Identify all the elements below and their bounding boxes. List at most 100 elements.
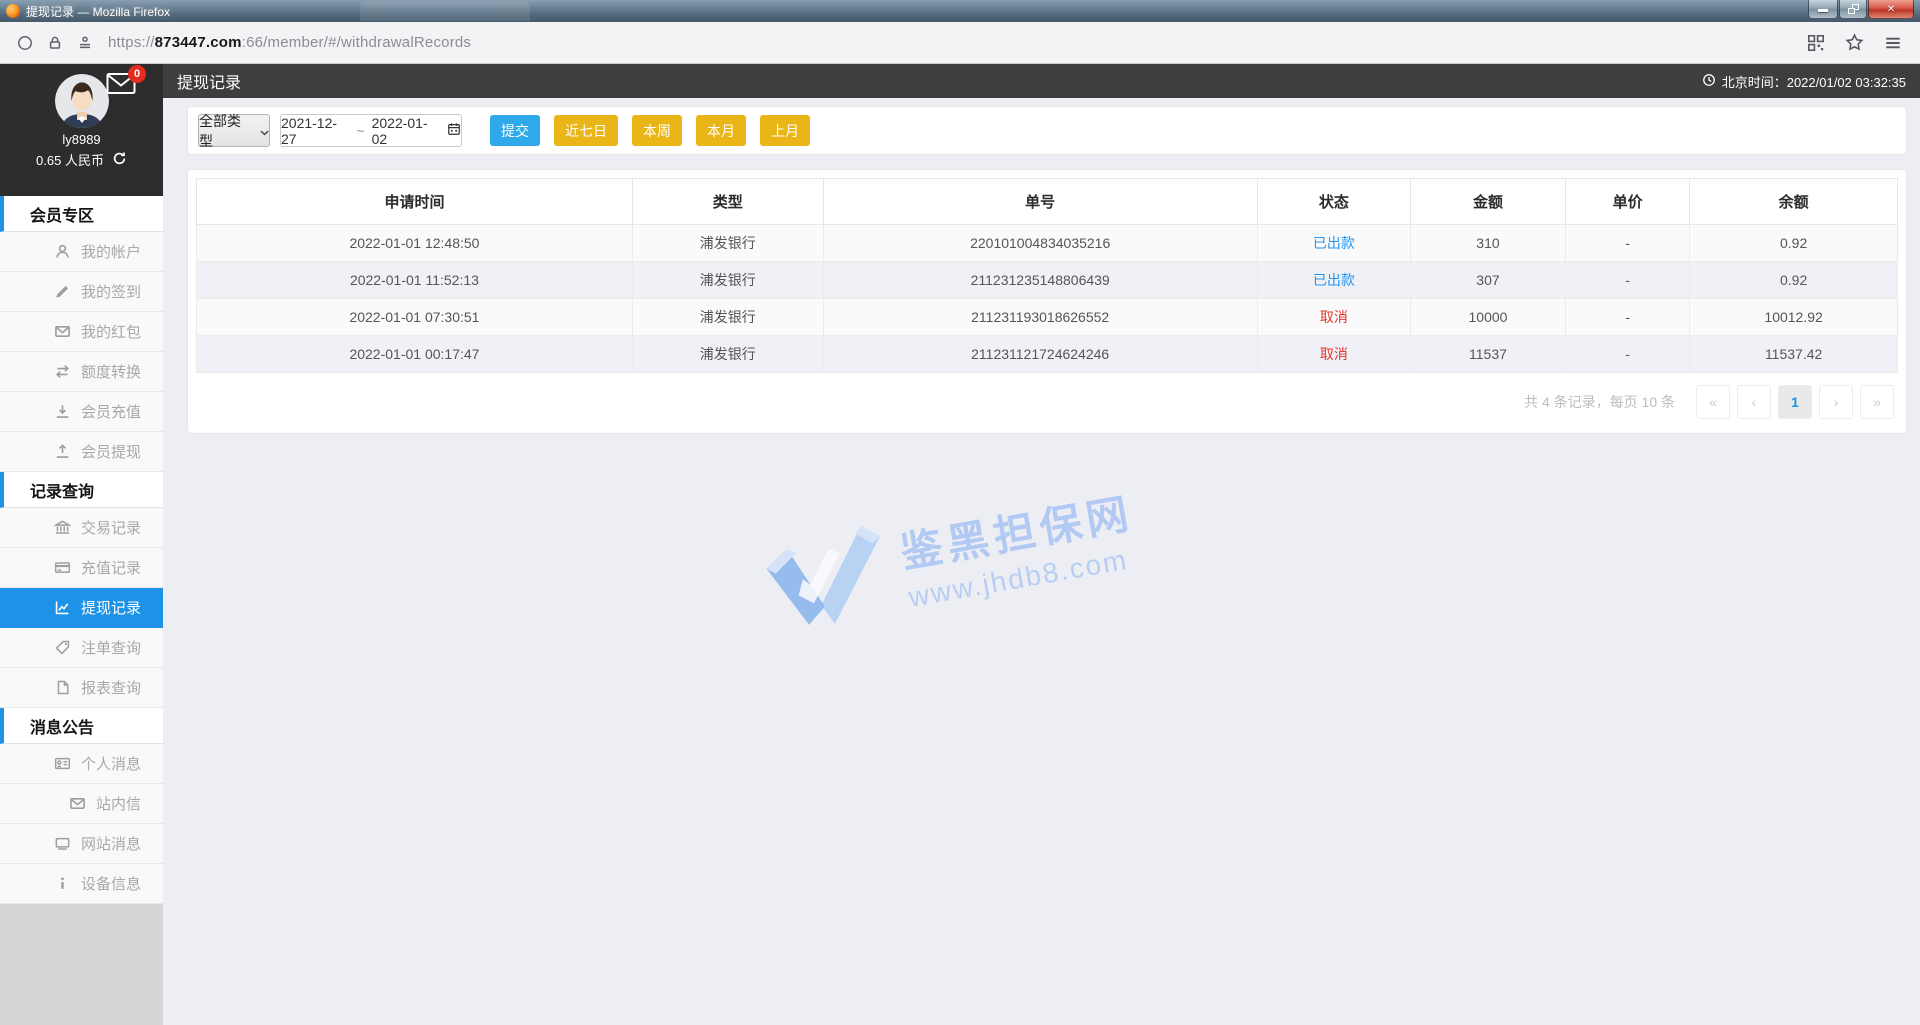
sidebar-item-transaction-records[interactable]: 交易记录 xyxy=(0,508,163,548)
sidebar-item-deposit-records[interactable]: 充值记录 xyxy=(0,548,163,588)
refresh-icon[interactable] xyxy=(112,151,127,169)
date-separator: ~ xyxy=(356,122,365,139)
cell-amount: 10000 xyxy=(1410,298,1566,336)
user-icon xyxy=(54,243,71,260)
table-row: 2022-01-01 12:48:50 浦发银行 220101004834035… xyxy=(196,224,1898,262)
sidebar-item-label: 报表查询 xyxy=(80,680,141,697)
balance: 0.65 人民币 xyxy=(36,153,104,168)
permissions-icon[interactable] xyxy=(77,35,93,51)
unread-badge: 0 xyxy=(128,65,146,83)
close-button[interactable]: ✕ xyxy=(1868,0,1914,19)
browser-toolbar: https://873447.com:66/member/#/withdrawa… xyxy=(0,22,1920,64)
upload-icon xyxy=(54,443,71,460)
sidebar-item-label: 交易记录 xyxy=(80,520,141,537)
sidebar-item-label: 个人消息 xyxy=(80,756,141,773)
red-packet-envelope-icon xyxy=(54,323,71,340)
sidebar-item-label: 我的红包 xyxy=(80,324,141,341)
date-end: 2022-01-02 xyxy=(371,114,428,147)
mail-icon xyxy=(69,795,86,812)
cell-order-no: 220101004834035216 xyxy=(822,224,1258,262)
next-page-button[interactable]: › xyxy=(1819,385,1853,419)
menu-hamburger-icon[interactable] xyxy=(1884,34,1902,52)
cell-unit-price: - xyxy=(1564,335,1691,373)
sidebar-item-my-redpacket[interactable]: 我的红包 xyxy=(0,312,163,352)
id-card-icon xyxy=(54,755,71,772)
sidebar-item-personal-messages[interactable]: 个人消息 xyxy=(0,744,163,784)
sidebar-menu: 会员专区 我的帐户 我的签到 我的红包 额度转换 会员充值 会员提现 记录查询 … xyxy=(0,196,163,904)
watermark-logo-icon xyxy=(766,525,881,625)
maximize-button[interactable] xyxy=(1839,0,1867,19)
cell-type: 浦发银行 xyxy=(631,298,824,336)
clock-icon xyxy=(1702,73,1716,90)
sidebar-item-bet-query[interactable]: 注单查询 xyxy=(0,628,163,668)
last-page-button[interactable]: » xyxy=(1860,385,1894,419)
sidebar-item-site-mail[interactable]: 站内信 xyxy=(0,784,163,824)
sidebar-item-member-withdraw[interactable]: 会员提现 xyxy=(0,432,163,472)
section-messages: 消息公告 xyxy=(0,708,163,744)
sidebar-item-label: 会员提现 xyxy=(80,444,141,461)
sidebar-item-my-account[interactable]: 我的帐户 xyxy=(0,232,163,272)
col-status: 状态 xyxy=(1256,178,1412,225)
tracking-protection-icon[interactable] xyxy=(17,35,33,51)
sidebar-item-label: 设备信息 xyxy=(80,876,141,893)
sidebar: 0 ly8989 0.65 人民币 会员专区 我的帐户 我的签到 我的红包 额度… xyxy=(0,64,163,1025)
sidebar-item-label: 我的帐户 xyxy=(80,244,141,261)
cell-order-no: 211231235148806439 xyxy=(822,261,1258,299)
lock-icon[interactable] xyxy=(47,35,63,51)
sidebar-item-label: 提现记录 xyxy=(80,600,141,617)
avatar[interactable] xyxy=(54,74,109,128)
exchange-arrows-icon xyxy=(54,363,71,380)
prev-page-button[interactable]: ‹ xyxy=(1737,385,1771,419)
sidebar-item-device-info[interactable]: 设备信息 xyxy=(0,864,163,904)
qr-code-icon[interactable] xyxy=(1807,34,1825,52)
sidebar-item-site-messages[interactable]: 网站消息 xyxy=(0,824,163,864)
cell-status: 取消 xyxy=(1256,335,1412,373)
last-month-button[interactable]: 上月 xyxy=(760,115,810,146)
sidebar-item-withdrawal-records[interactable]: 提现记录 xyxy=(0,588,163,628)
sidebar-item-member-deposit[interactable]: 会员充值 xyxy=(0,392,163,432)
window-title: 提现记录 — Mozilla Firefox xyxy=(26,4,171,19)
withdrawal-records-table: 申请时间 类型 单号 状态 金额 单价 余额 2022-01-01 12:48:… xyxy=(196,178,1898,373)
filter-bar: 全部类型 2021-12-27 ~ 2022-01-02 提交 近七日 本周 本… xyxy=(187,106,1907,155)
sidebar-item-label: 站内信 xyxy=(95,796,141,813)
cell-amount: 307 xyxy=(1410,261,1566,299)
date-range-input[interactable]: 2021-12-27 ~ 2022-01-02 xyxy=(280,114,462,147)
sidebar-item-my-checkin[interactable]: 我的签到 xyxy=(0,272,163,312)
cell-balance: 0.92 xyxy=(1689,261,1898,299)
cell-type: 浦发银行 xyxy=(631,335,824,373)
date-start: 2021-12-27 xyxy=(281,114,338,147)
username: ly8989 xyxy=(62,132,101,147)
cell-type: 浦发银行 xyxy=(631,261,824,299)
type-select[interactable]: 全部类型 xyxy=(198,113,270,149)
cell-time: 2022-01-01 00:17:47 xyxy=(196,335,633,373)
messages-envelope-icon[interactable]: 0 xyxy=(106,65,146,100)
info-icon xyxy=(54,875,71,892)
this-week-button[interactable]: 本周 xyxy=(632,115,682,146)
sidebar-item-quota-transfer[interactable]: 额度转换 xyxy=(0,352,163,392)
cell-unit-price: - xyxy=(1564,261,1691,299)
sidebar-item-report-query[interactable]: 报表查询 xyxy=(0,668,163,708)
url-input[interactable]: https://873447.com:66/member/#/withdrawa… xyxy=(108,34,1807,51)
submit-button[interactable]: 提交 xyxy=(490,115,540,146)
current-page-button[interactable]: 1 xyxy=(1778,385,1812,419)
record-count-summary: 共 4 条记录，每页 10 条 xyxy=(1524,394,1675,410)
url-protocol: https:// xyxy=(108,34,155,51)
last-7-days-button[interactable]: 近七日 xyxy=(554,115,618,146)
monitor-icon xyxy=(54,835,71,852)
this-month-button[interactable]: 本月 xyxy=(696,115,746,146)
restore-icon xyxy=(1847,4,1859,14)
sidebar-item-label: 我的签到 xyxy=(80,284,141,301)
tag-icon xyxy=(54,639,71,656)
section-records-query: 记录查询 xyxy=(0,472,163,508)
sidebar-item-label: 会员充值 xyxy=(80,404,141,421)
table-header-row: 申请时间 类型 单号 状态 金额 单价 余额 xyxy=(196,178,1898,225)
col-type: 类型 xyxy=(631,178,824,225)
first-page-button[interactable]: « xyxy=(1696,385,1730,419)
watermark-site-name: 鉴黑担保网 xyxy=(896,488,1137,577)
bookmark-star-icon[interactable] xyxy=(1845,33,1864,52)
cell-balance: 11537.42 xyxy=(1689,335,1898,373)
url-domain: 873447.com xyxy=(154,34,242,51)
minimize-button[interactable]: ▬ xyxy=(1808,0,1838,19)
sidebar-item-label: 注单查询 xyxy=(80,640,141,657)
user-panel: 0 ly8989 0.65 人民币 xyxy=(0,64,163,196)
